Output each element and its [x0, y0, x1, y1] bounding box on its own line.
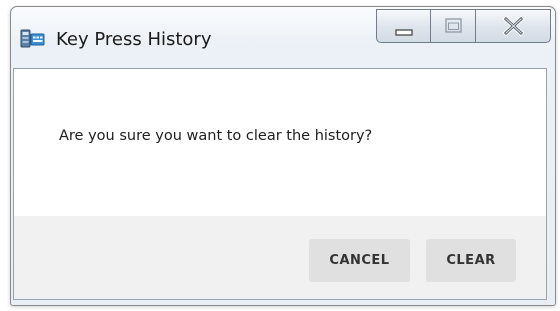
maximize-button[interactable] [431, 9, 476, 43]
keyboard-app-icon [20, 28, 45, 49]
title-bar[interactable]: Key Press History [11, 7, 555, 67]
minimize-button[interactable] [376, 9, 431, 43]
dialog-content: Are you sure you want to clear the histo… [13, 68, 547, 300]
confirmation-message: Are you sure you want to clear the histo… [59, 128, 373, 144]
close-button[interactable] [476, 9, 551, 43]
window-controls [376, 9, 551, 45]
dialog-button-bar: CANCEL CLEAR [14, 216, 546, 299]
window-title: Key Press History [56, 29, 212, 50]
dialog-window: Key Press History Are you sure you want … [10, 6, 556, 306]
clear-button[interactable]: CLEAR [426, 239, 516, 282]
cancel-button[interactable]: CANCEL [309, 239, 410, 282]
